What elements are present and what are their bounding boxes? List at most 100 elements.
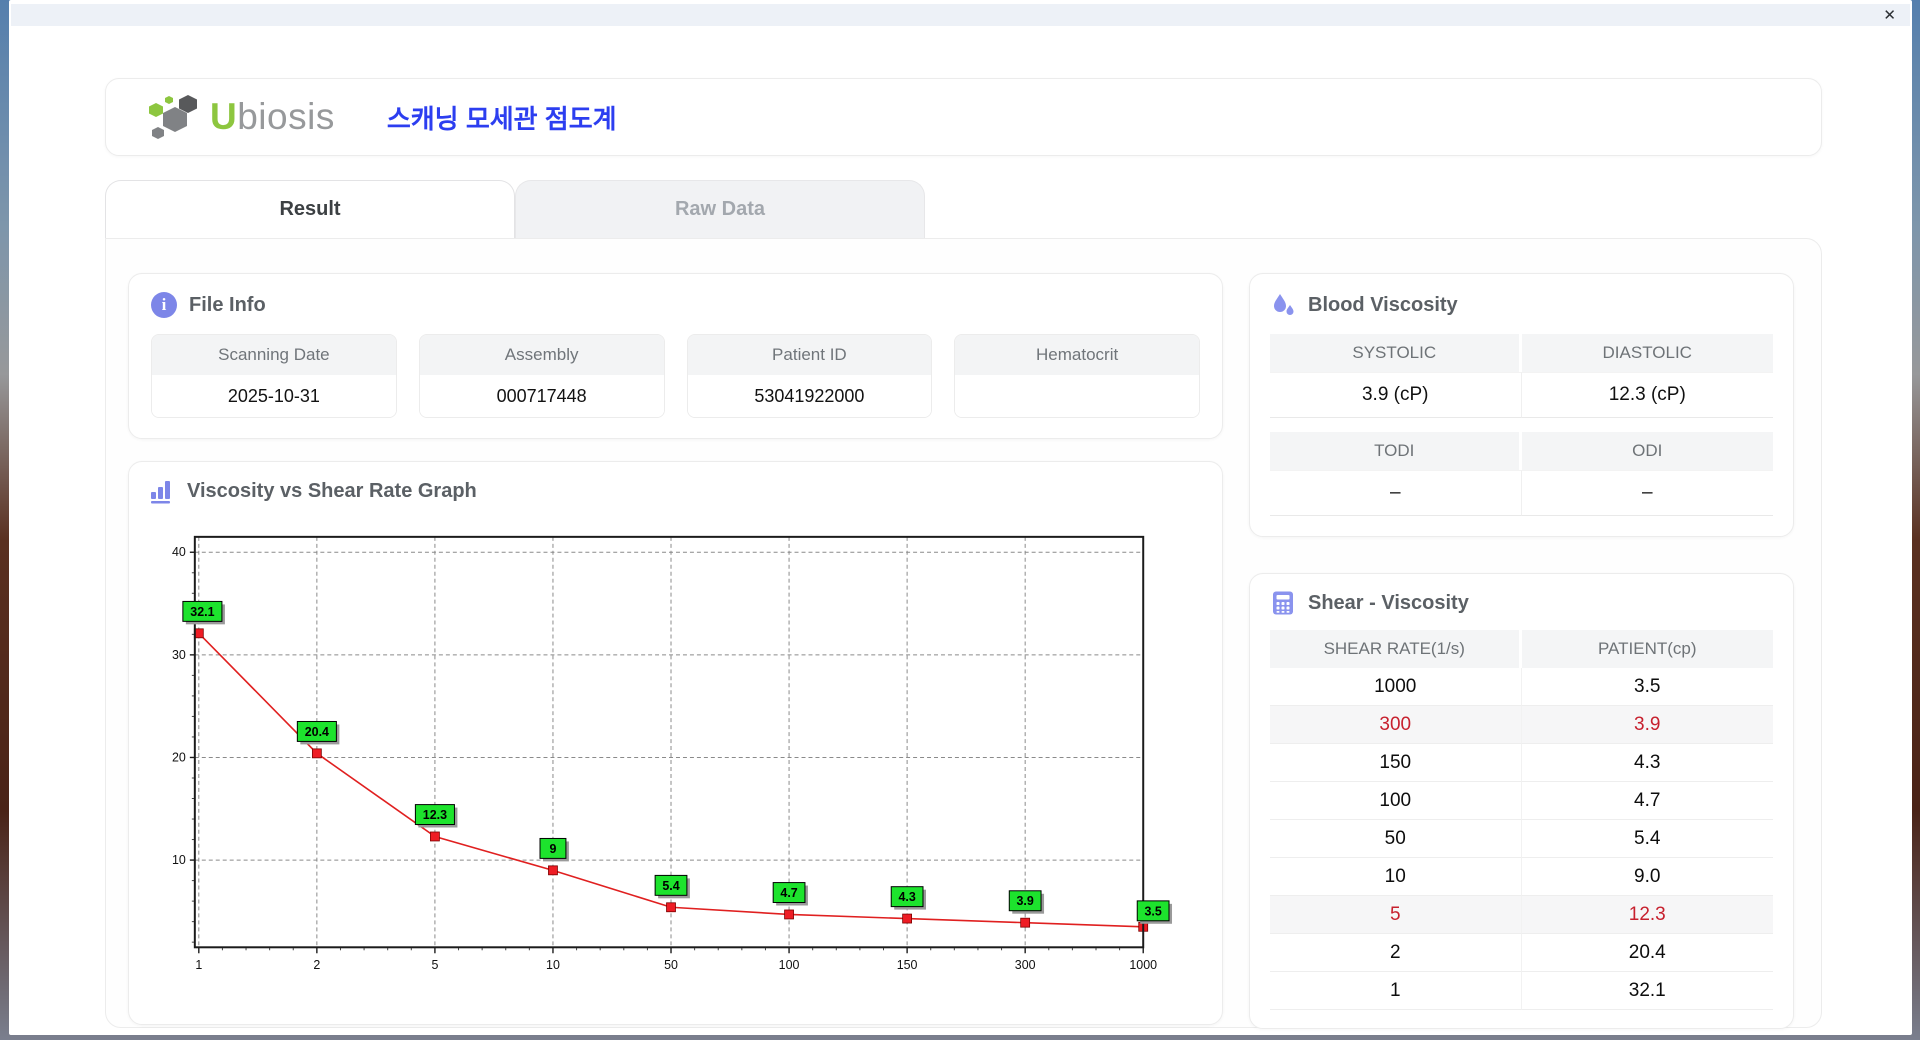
table-row: 50 5.4 <box>1270 820 1773 858</box>
patient-viscosity-cell: 4.7 <box>1521 782 1773 820</box>
bar-chart-icon <box>151 481 170 504</box>
field-value: 000717448 <box>419 375 664 417</box>
ubiosis-logo: Ubiosis <box>146 93 335 141</box>
bv-column-header: DIASTOLIC <box>1521 334 1773 372</box>
shear-viscosity-title: Shear - Viscosity <box>1308 591 1469 614</box>
bv-column-header: SYSTOLIC <box>1270 334 1522 372</box>
info-icon: i <box>151 292 177 318</box>
field-value <box>955 375 1199 417</box>
shear-header-row: SHEAR RATE(1/s) PATIENT(cp) <box>1270 630 1773 668</box>
bv-value: – <box>1521 470 1773 516</box>
bv-value: 12.3 (cP) <box>1521 372 1773 418</box>
table-row: 5 12.3 <box>1270 896 1773 934</box>
svg-text:5: 5 <box>431 958 438 972</box>
shear-column-header: PATIENT(cp) <box>1521 630 1773 668</box>
table-row: 1000 3.5 <box>1270 668 1773 706</box>
patient-viscosity-cell: 5.4 <box>1521 820 1773 858</box>
tab-bar: Result Raw Data <box>105 180 1822 238</box>
shear-rate-cell: 300 <box>1270 706 1522 744</box>
tab-raw-data[interactable]: Raw Data <box>515 180 925 238</box>
svg-text:20.4: 20.4 <box>305 725 329 739</box>
field-label: Hematocrit <box>955 335 1199 375</box>
right-column: Blood Viscosity SYSTOLIC DIASTOLIC 3.9 (cP… <box>1249 273 1794 1029</box>
svg-text:20: 20 <box>172 750 186 764</box>
svg-text:300: 300 <box>1015 958 1036 972</box>
file-info-title-row: i File Info <box>151 292 1200 318</box>
svg-text:2: 2 <box>313 958 320 972</box>
table-row: 1 32.1 <box>1270 972 1773 1010</box>
svg-text:1: 1 <box>195 958 202 972</box>
blood-viscosity-title: Blood Viscosity <box>1308 293 1458 316</box>
patient-viscosity-cell: 32.1 <box>1521 972 1773 1010</box>
table-row: 100 4.7 <box>1270 782 1773 820</box>
table-row: 300 3.9 <box>1270 706 1773 744</box>
patient-viscosity-cell: 12.3 <box>1521 896 1773 934</box>
field-value: 53041922000 <box>687 375 932 417</box>
svg-text:3.9: 3.9 <box>1017 894 1034 908</box>
patient-viscosity-cell: 20.4 <box>1521 934 1773 972</box>
blood-viscosity-table: SYSTOLIC DIASTOLIC 3.9 (cP) 12.3 (cP) TODI OD… <box>1270 334 1773 516</box>
shear-viscosity-title-row: Shear - Viscosity <box>1270 590 1773 616</box>
svg-text:12.3: 12.3 <box>423 808 447 822</box>
shear-rate-cell: 1 <box>1270 972 1522 1010</box>
close-icon[interactable]: ✕ <box>1883 8 1896 23</box>
file-info-title: File Info <box>189 293 266 316</box>
shear-viscosity-card: Shear - Viscosity SHEAR RATE(1/s) PATIENT… <box>1249 573 1794 1029</box>
tab-result[interactable]: Result <box>105 180 515 238</box>
graph-title: Viscosity vs Shear Rate Graph <box>187 479 477 502</box>
svg-text:1000: 1000 <box>1129 958 1157 972</box>
page-body: Ubiosis 스캐닝 모세관 점도계 Result Raw Data i Fi… <box>9 26 1912 1029</box>
file-info-field: Hematocrit <box>954 334 1200 418</box>
svg-text:10: 10 <box>546 958 560 972</box>
svg-text:100: 100 <box>779 958 800 972</box>
viscosity-chart: 10 20 30 40 1 2 5 10 50 100 150 300 1000 32.1 20.4 12.3… <box>172 535 1173 972</box>
left-column: i File Info Scanning Date 2025-10-31 Assem… <box>128 273 1223 1025</box>
field-label: Assembly <box>419 335 664 375</box>
svg-text:32.1: 32.1 <box>190 605 214 619</box>
svg-text:150: 150 <box>897 958 918 972</box>
shear-rate-cell: 10 <box>1270 858 1522 896</box>
logo-hexagons-icon <box>149 95 197 139</box>
calculator-icon <box>1273 591 1293 615</box>
shear-rate-cell: 150 <box>1270 744 1522 782</box>
svg-text:50: 50 <box>664 958 678 972</box>
svg-text:4.3: 4.3 <box>898 890 915 904</box>
bv-value: – <box>1270 470 1522 516</box>
field-value: 2025-10-31 <box>152 375 396 417</box>
bv-column-header: TODI <box>1270 432 1522 470</box>
blood-viscosity-card: Blood Viscosity SYSTOLIC DIASTOLIC 3.9 (cP… <box>1249 273 1794 537</box>
logo-letter-u: U <box>210 96 238 137</box>
bv-value-row: – – <box>1270 470 1773 516</box>
svg-text:40: 40 <box>172 545 186 559</box>
patient-viscosity-cell: 3.9 <box>1521 706 1773 744</box>
bv-value-row: 3.9 (cP) 12.3 (cP) <box>1270 372 1773 418</box>
table-row: 2 20.4 <box>1270 934 1773 972</box>
shear-rate-cell: 1000 <box>1270 668 1522 706</box>
bv-group-gap <box>1270 418 1773 432</box>
shear-rate-cell: 50 <box>1270 820 1522 858</box>
app-window: ✕ Ubiosis 스캐닝 모세관 점도계 Result Raw Data i … <box>9 0 1912 1035</box>
svg-text:30: 30 <box>172 648 186 662</box>
graph-title-row: Viscosity vs Shear Rate Graph <box>149 478 1202 504</box>
table-row: 150 4.3 <box>1270 744 1773 782</box>
blood-viscosity-title-row: Blood Viscosity <box>1270 292 1773 318</box>
logo-text: Ubiosis <box>210 96 335 138</box>
window-titlebar: ✕ <box>11 4 1910 26</box>
app-header: Ubiosis 스캐닝 모세관 점도계 <box>105 78 1822 156</box>
shear-rate-cell: 5 <box>1270 896 1522 934</box>
shear-rate-cell: 100 <box>1270 782 1522 820</box>
graph-card: Viscosity vs Shear Rate Graph 10 20 30 40 1 2… <box>128 461 1223 1025</box>
file-info-field: Scanning Date 2025-10-31 <box>151 334 397 418</box>
file-info-field: Patient ID 53041922000 <box>686 334 933 418</box>
file-info-field: Assembly 000717448 <box>418 334 665 418</box>
file-info-card: i File Info Scanning Date 2025-10-31 Assem… <box>128 273 1223 439</box>
droplets-icon <box>1274 294 1294 315</box>
field-label: Scanning Date <box>152 335 396 375</box>
bv-column-header: ODI <box>1521 432 1773 470</box>
patient-viscosity-cell: 9.0 <box>1521 858 1773 896</box>
bv-value: 3.9 (cP) <box>1270 372 1522 418</box>
patient-viscosity-cell: 3.5 <box>1521 668 1773 706</box>
bv-header-row: SYSTOLIC DIASTOLIC <box>1270 334 1773 372</box>
file-info-fields: Scanning Date 2025-10-31 Assembly 000717448… <box>151 334 1200 418</box>
svg-text:10: 10 <box>172 853 186 867</box>
